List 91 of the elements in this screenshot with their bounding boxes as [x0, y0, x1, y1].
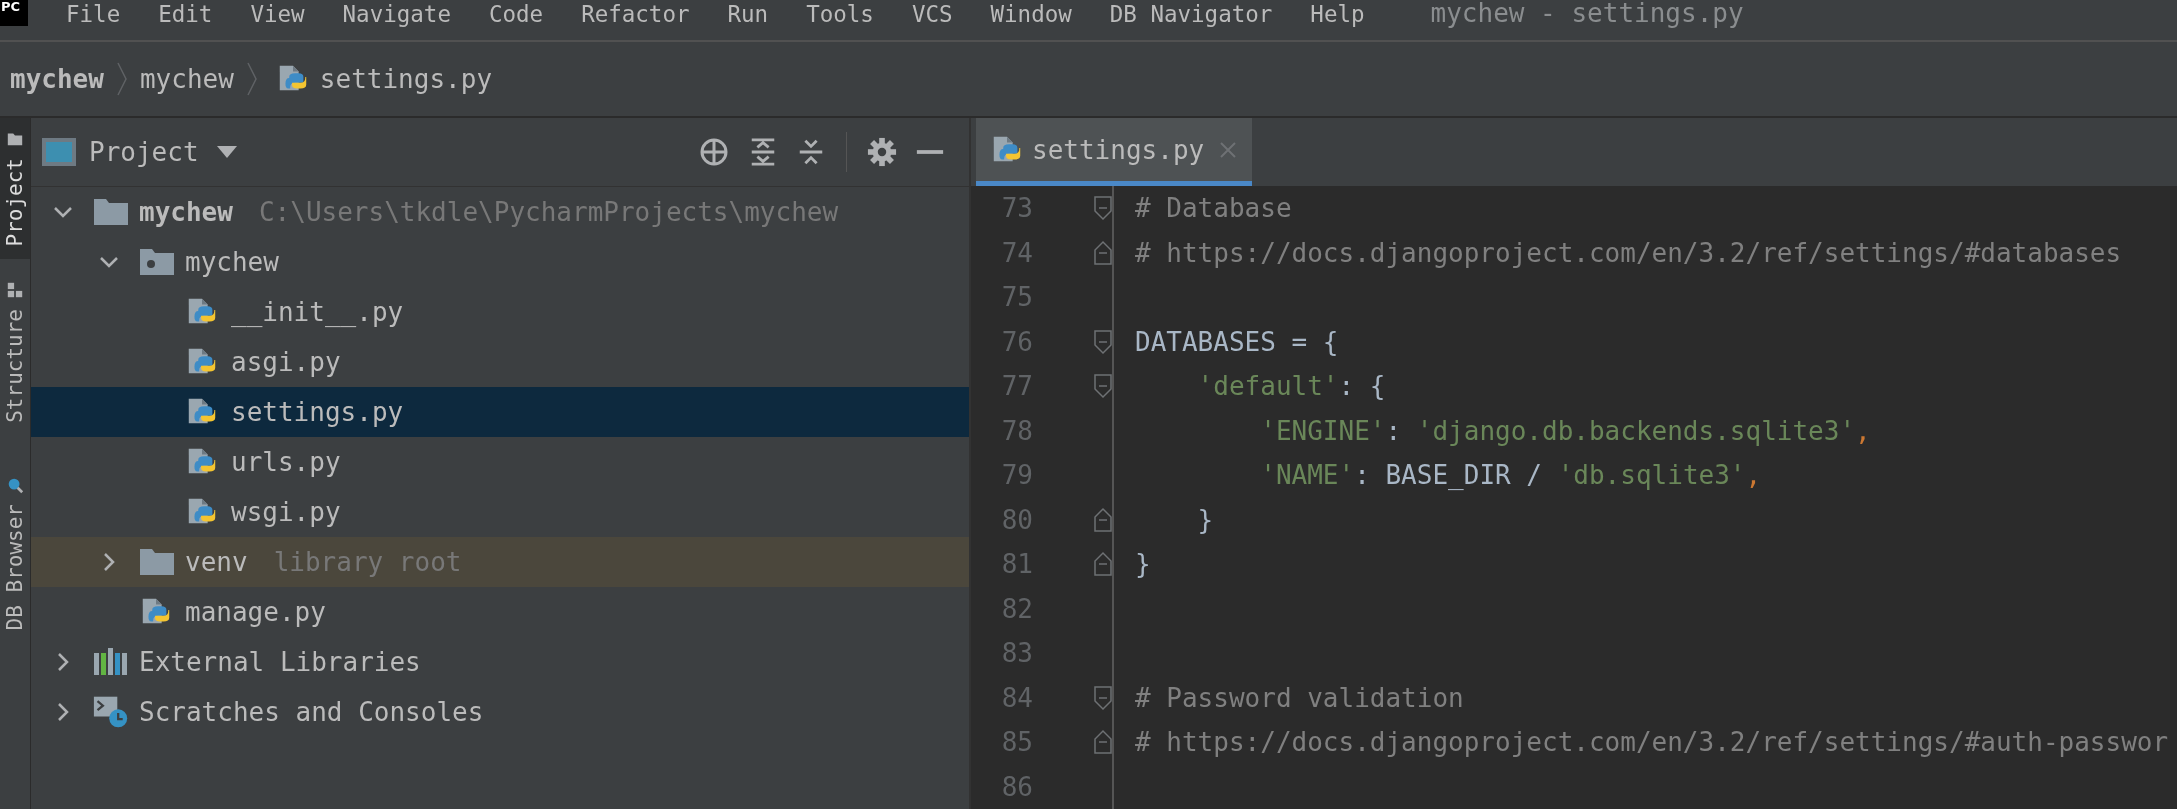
fold-icon[interactable]: [1093, 683, 1113, 712]
menu-item[interactable]: Window: [990, 2, 1072, 26]
folder-icon: [139, 547, 175, 577]
scratches-icon: [93, 694, 129, 730]
menu-item[interactable]: VCS: [911, 2, 953, 26]
line-number: 79: [1000, 460, 1033, 491]
database-icon: [6, 476, 24, 495]
tool-window-tab[interactable]: DB Browser: [0, 464, 30, 643]
breadcrumb-item[interactable]: mychew: [139, 64, 234, 94]
chevron-icon: [245, 61, 258, 97]
tree-item-label: __init__.py: [231, 297, 404, 327]
tree-item[interactable]: Scratches and Consoles: [31, 687, 969, 737]
line-number: 76: [1000, 326, 1033, 357]
line-number: 86: [1000, 771, 1033, 802]
line-number: 81: [1000, 549, 1033, 580]
tree-item[interactable]: manage.py: [31, 587, 969, 637]
menu-item[interactable]: View: [250, 2, 305, 26]
tree-item[interactable]: mychew: [31, 237, 969, 287]
tree-item-label: wsgi.py: [231, 497, 341, 527]
menu-item[interactable]: Help: [1310, 2, 1365, 26]
tree-item[interactable]: wsgi.py: [31, 487, 969, 537]
fold-icon[interactable]: [1093, 327, 1113, 356]
libraries-icon: [93, 647, 129, 677]
tree-item-hint: library root: [273, 547, 462, 577]
unfold-icon[interactable]: [1093, 728, 1113, 757]
code-line: }: [1196, 504, 1214, 535]
code-line: # https://docs.djangoproject.com/en/3.2/ref/settings/#databases: [1135, 237, 2122, 268]
structure-icon: [6, 280, 24, 299]
code-line: # https://docs.djangoproject.com/en/3.2/ref/settings/#auth-passwor: [1135, 727, 2169, 758]
line-number: 85: [1000, 727, 1033, 758]
package-folder-icon: [139, 247, 175, 277]
line-number: 75: [1000, 282, 1033, 313]
folder-icon: [93, 197, 129, 227]
line-number: 83: [1000, 638, 1033, 669]
breadcrumb-item[interactable]: mychew: [10, 64, 104, 94]
tree-item-label: External Libraries: [139, 647, 421, 677]
tree-item-label: mychew: [185, 247, 279, 277]
tree-item[interactable]: urls.py: [31, 437, 969, 487]
menu-item[interactable]: Navigate: [342, 2, 451, 26]
tool-window-tab[interactable]: Structure: [0, 268, 30, 435]
line-number: 74: [1000, 237, 1033, 268]
tree-item-label: venv: [185, 547, 248, 577]
tree-item[interactable]: External Libraries: [31, 637, 969, 687]
unfold-icon[interactable]: [1093, 238, 1113, 267]
tree-item[interactable]: __init__.py: [31, 287, 969, 337]
menu-item[interactable]: Run: [727, 2, 769, 26]
breadcrumb-item[interactable]: settings.py: [319, 64, 493, 94]
code-line: DATABASES = {: [1135, 326, 1339, 357]
unfold-icon[interactable]: [1093, 505, 1113, 534]
menu-item[interactable]: Refactor: [581, 2, 690, 26]
menu-item[interactable]: File: [66, 2, 121, 26]
tree-item[interactable]: venv library root: [31, 537, 969, 587]
code-line: }: [1135, 549, 1151, 580]
line-number: 82: [1000, 593, 1033, 624]
tree-item[interactable]: asgi.py: [31, 337, 969, 387]
chevron-icon: [115, 61, 128, 97]
code-line: 'default': {: [1196, 371, 1386, 402]
code-line: 'ENGINE': 'django.db.backends.sqlite3',: [1259, 415, 1871, 446]
fold-icon[interactable]: [1093, 194, 1113, 223]
tree-item-label: Scratches and Consoles: [139, 697, 484, 727]
code-line: # Password validation: [1135, 682, 1464, 713]
tree-item-label: asgi.py: [231, 347, 341, 377]
tree-item[interactable]: mychew C:\Users\tkdle\PycharmProjects\mychew: [31, 187, 969, 237]
line-number: 80: [1000, 504, 1033, 535]
project-view-icon: [41, 137, 77, 167]
tree-item-hint: C:\Users\tkdle\PycharmProjects\mychew: [258, 197, 839, 227]
menu-item[interactable]: Code: [488, 2, 544, 26]
caret-icon[interactable]: [216, 146, 237, 158]
line-number: 78: [1000, 415, 1033, 446]
line-number: 73: [1000, 193, 1033, 224]
menu-item[interactable]: Edit: [158, 2, 213, 26]
unfold-icon[interactable]: [1093, 550, 1113, 579]
menu-item[interactable]: Tools: [806, 2, 874, 26]
tree-item-label: mychew: [139, 197, 233, 227]
code-line: 'NAME': BASE_DIR / 'db.sqlite3',: [1259, 460, 1762, 491]
tool-window-tab[interactable]: Project: [0, 118, 30, 259]
app-logo: PC: [0, 0, 28, 26]
settings-icon[interactable]: [867, 137, 897, 167]
tree-item-label: urls.py: [231, 447, 341, 477]
line-number: 84: [1000, 682, 1033, 713]
tree-item-label: settings.py: [231, 397, 404, 427]
tree-item-label: manage.py: [185, 597, 326, 627]
window-title: mychew - settings.py: [1430, 0, 1744, 27]
code-line: # Database: [1135, 193, 1292, 224]
tree-item[interactable]: settings.py: [31, 387, 969, 437]
editor-tab[interactable]: settings.py: [976, 118, 1253, 186]
panel-title[interactable]: Project: [89, 137, 199, 167]
fold-icon[interactable]: [1093, 372, 1113, 401]
crosshair-icon[interactable]: [698, 136, 730, 168]
menu-item[interactable]: DB Navigator: [1109, 2, 1273, 26]
line-number: 77: [1000, 371, 1033, 402]
